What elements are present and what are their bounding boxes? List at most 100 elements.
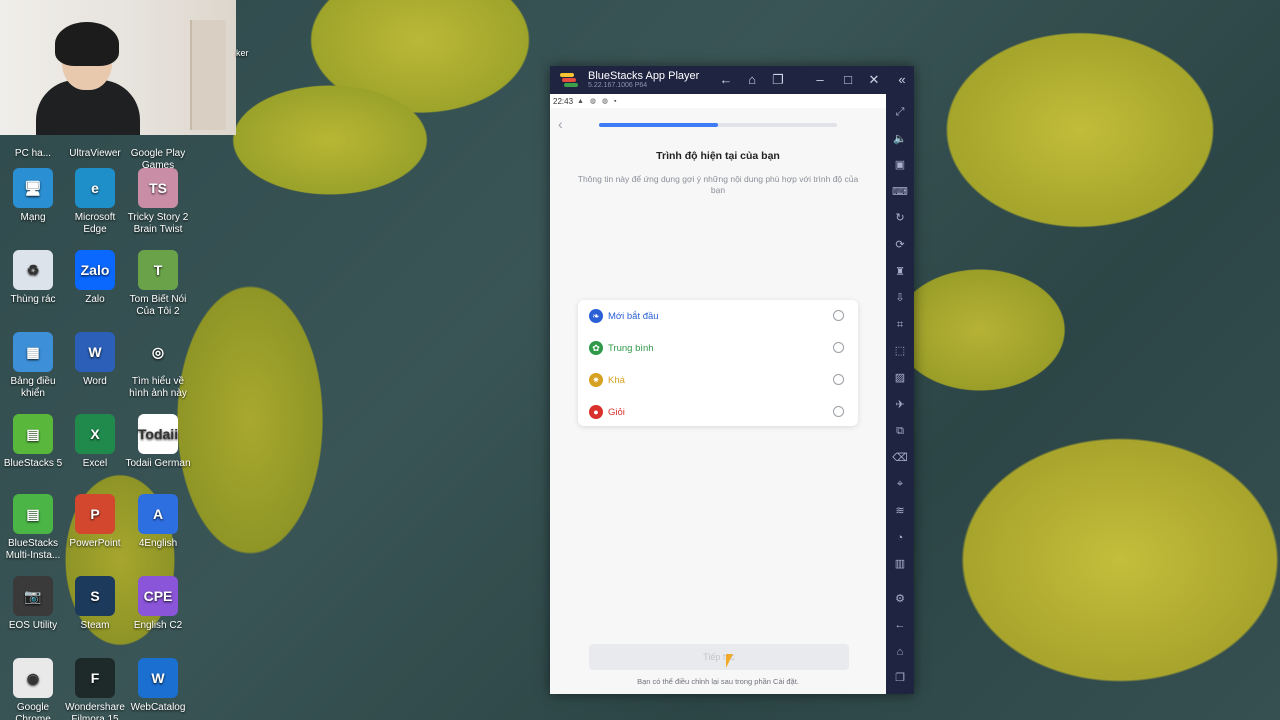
airplane-icon[interactable]: ✈ bbox=[892, 397, 908, 413]
media-icon[interactable]: ▣ bbox=[892, 157, 908, 173]
settings-icon[interactable]: ⚙ bbox=[892, 591, 908, 607]
webcam-shelf bbox=[190, 20, 226, 130]
home-icon[interactable]: ⌂ bbox=[744, 72, 760, 88]
keyboard-icon[interactable]: ⌨ bbox=[892, 184, 908, 200]
desktop-icon[interactable]: PCPC ha... bbox=[0, 104, 66, 160]
level-option-label: Trung bình bbox=[608, 342, 654, 354]
gallery-icon[interactable]: ▨ bbox=[892, 370, 908, 386]
desktop-icon[interactable]: UUltraViewer bbox=[62, 104, 128, 160]
desktop-icon[interactable]: 🖥 Mạng bbox=[0, 168, 66, 224]
level-option[interactable]: ● Giỏi bbox=[578, 396, 858, 428]
rotate-icon[interactable]: ↻ bbox=[892, 210, 908, 226]
android-home-icon[interactable]: ⌂ bbox=[892, 644, 908, 660]
desktop-app-icon: 📷 bbox=[13, 576, 53, 616]
desktop-icon[interactable]: Todaii Todaii German bbox=[125, 414, 191, 470]
desktop-icon[interactable]: 📷 EOS Utility bbox=[0, 576, 66, 632]
desktop-app-icon: T bbox=[138, 250, 178, 290]
settings-note: Bạn có thể điều chỉnh lại sau trong phần… bbox=[637, 677, 799, 686]
desktop-icon-label: Excel bbox=[82, 458, 108, 469]
desktop-icon[interactable]: TS Tricky Story 2 Brain Twist bbox=[125, 168, 191, 236]
recent-apps-icon[interactable]: ❐ bbox=[892, 670, 908, 686]
desktop-app-icon: CPE bbox=[138, 576, 178, 616]
android-screen: 22:43 ▲ ◍ ◍ ▪ ‹ Trình độ hiện tại của bạ… bbox=[550, 94, 886, 694]
page-title: Trình độ hiện tại của bạn bbox=[656, 150, 780, 162]
desktop-icon[interactable]: ▤ BlueStacks Multi-Insta... bbox=[0, 494, 66, 562]
android-back-icon[interactable]: ← bbox=[892, 617, 908, 633]
desktop-icon[interactable]: ◎ Tìm hiểu về hình ảnh này bbox=[125, 332, 191, 400]
multi-instance-icon[interactable]: ❐ bbox=[770, 72, 786, 88]
close-icon[interactable]: ✕ bbox=[866, 72, 882, 88]
desktop-icon[interactable]: P PowerPoint bbox=[62, 494, 128, 550]
desktop-icon[interactable]: ▤ BlueStacks 5 bbox=[0, 414, 66, 470]
bluestacks-window: BlueStacks App Player 5.22.167.1006 P64 … bbox=[550, 66, 914, 694]
desktop-icon-label: Tom Biết Nói Của Tôi 2 bbox=[129, 294, 187, 317]
sidebar-toggle-icon[interactable]: ▥ bbox=[892, 556, 908, 572]
volume-icon[interactable]: 🔈 bbox=[892, 131, 908, 147]
webcam-person-hair bbox=[55, 22, 119, 66]
desktop-icon[interactable]: ♻ Thùng rác bbox=[0, 250, 66, 306]
level-option[interactable]: ✿ Trung bình bbox=[578, 332, 858, 364]
android-statusbar: 22:43 ▲ ◍ ◍ ▪ bbox=[550, 94, 886, 108]
page-subtitle: Thông tin này để ứng dụng gợi ý những nộ… bbox=[577, 174, 859, 195]
radio-button[interactable] bbox=[833, 374, 844, 385]
status-time: 22:43 bbox=[553, 96, 574, 106]
radio-button[interactable] bbox=[833, 310, 844, 321]
screenshot-icon[interactable]: ⌗ bbox=[892, 317, 908, 333]
desktop-icon[interactable]: CPE English C2 bbox=[125, 576, 191, 632]
desktop-app-icon: ◎ bbox=[151, 344, 165, 360]
radio-button[interactable] bbox=[833, 406, 844, 417]
desktop-app-icon: Zalo bbox=[75, 250, 115, 290]
desktop-icon-label: Microsoft Edge bbox=[74, 212, 116, 235]
location-icon[interactable]: ⌖ bbox=[892, 476, 908, 492]
window-version: 5.22.167.1006 P64 bbox=[588, 82, 648, 89]
minimize-icon[interactable]: – bbox=[812, 72, 828, 88]
desktop-app-icon: W bbox=[138, 658, 178, 698]
desktop-icon-label: Word bbox=[83, 376, 107, 387]
sync-icon[interactable]: ⟳ bbox=[892, 237, 908, 253]
desktop-icon[interactable]: Zalo Zalo bbox=[62, 250, 128, 306]
desktop-icon-label: BlueStacks 5 bbox=[3, 458, 63, 469]
level-option[interactable]: ✷ Khá bbox=[578, 364, 858, 396]
window-title: BlueStacks App Player bbox=[588, 70, 700, 82]
desktop-icon[interactable]: X Excel bbox=[62, 414, 128, 470]
eco-mode-icon[interactable]: ◔ bbox=[892, 530, 908, 546]
desktop-icon[interactable]: W Word bbox=[62, 332, 128, 388]
level-option-label: Mới bắt đầu bbox=[608, 310, 659, 322]
maximize-icon[interactable]: □ bbox=[840, 72, 856, 88]
back-icon[interactable]: ← bbox=[718, 72, 734, 88]
status-icons: ▲ ◍ ◍ ▪ bbox=[577, 98, 619, 105]
desktop-app-icon: Todaii bbox=[138, 414, 178, 454]
bluestacks-titlebar[interactable]: BlueStacks App Player 5.22.167.1006 P64 … bbox=[550, 66, 914, 94]
desktop-icon[interactable]: ▦ Bảng điều khiển bbox=[0, 332, 66, 400]
desktop-icon[interactable]: A 4English bbox=[125, 494, 191, 550]
level-options-card: ❧ Mới bắt đầu ✿ Trung bình ✷ Khá ● Giỏi bbox=[578, 300, 858, 426]
desktop-icon-label: Thùng rác bbox=[10, 294, 56, 305]
level-option[interactable]: ❧ Mới bắt đầu bbox=[578, 300, 858, 332]
sprout-icon: ✿ bbox=[589, 341, 603, 355]
desktop-icon[interactable]: S Steam bbox=[62, 576, 128, 632]
desktop-app-icon: F bbox=[75, 658, 115, 698]
screen-back-icon[interactable]: ‹ bbox=[558, 116, 563, 132]
layers-icon[interactable]: ≋ bbox=[892, 503, 908, 519]
desktop-icon[interactable]: ▶Google Play Games bbox=[125, 104, 191, 172]
copy-icon[interactable]: ⧉ bbox=[892, 423, 908, 439]
continue-button[interactable]: Tiếp tục bbox=[589, 644, 849, 670]
desktop-app-icon: ▤ bbox=[13, 414, 53, 454]
level-option-label: Khá bbox=[608, 374, 625, 386]
eraser-icon[interactable]: ⌫ bbox=[892, 450, 908, 466]
desktop-icon[interactable]: ◉ Google Chrome bbox=[0, 658, 66, 720]
apple-icon: ● bbox=[589, 405, 603, 419]
desktop-icon[interactable]: T Tom Biết Nói Của Tôi 2 bbox=[125, 250, 191, 318]
desktop-icon[interactable]: W WebCatalog bbox=[125, 658, 191, 714]
fullscreen-icon[interactable]: ⤢ bbox=[892, 104, 908, 120]
desktop-icon[interactable]: F Wondershare Filmora 15 bbox=[62, 658, 128, 720]
screen-record-icon[interactable]: ⬚ bbox=[892, 343, 908, 359]
desktop-app-icon: W bbox=[75, 332, 115, 372]
apk-icon[interactable]: ⇩ bbox=[892, 290, 908, 306]
desktop-icon[interactable]: e Microsoft Edge bbox=[62, 168, 128, 236]
progress-fill bbox=[599, 123, 718, 127]
desktop-app-icon: 🖥 bbox=[13, 168, 53, 208]
radio-button[interactable] bbox=[833, 342, 844, 353]
collapse-sidebar-icon[interactable]: « bbox=[894, 72, 910, 88]
macro-icon[interactable]: ♜ bbox=[892, 264, 908, 280]
